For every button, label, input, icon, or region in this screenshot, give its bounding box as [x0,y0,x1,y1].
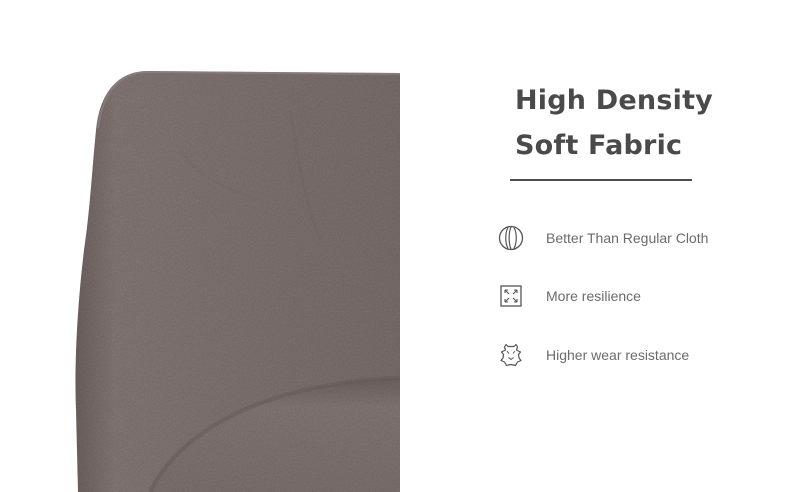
leather-hide-icon [498,342,524,368]
feature-label: Higher wear resistance [546,347,690,363]
fabric-closeup-image [0,0,400,492]
feature-info-panel: High Density Soft Fabric Better Than Reg… [400,0,800,492]
headline-line-2: Soft Fabric [515,130,683,161]
fabric-cushion-illustration [75,70,400,492]
fabric-layers-icon [498,225,524,251]
feature-label: Better Than Regular Cloth [546,230,709,246]
headline-title: High Density Soft Fabric [515,78,713,168]
feature-label: More resilience [546,288,641,304]
feature-item-wear-resistance: Higher wear resistance [498,340,689,370]
headline-divider [510,179,692,181]
expand-arrows-icon [498,283,524,309]
feature-item-resilience: More resilience [498,281,641,311]
headline-line-1: High Density [515,85,713,116]
feature-item-better-cloth: Better Than Regular Cloth [498,223,708,253]
